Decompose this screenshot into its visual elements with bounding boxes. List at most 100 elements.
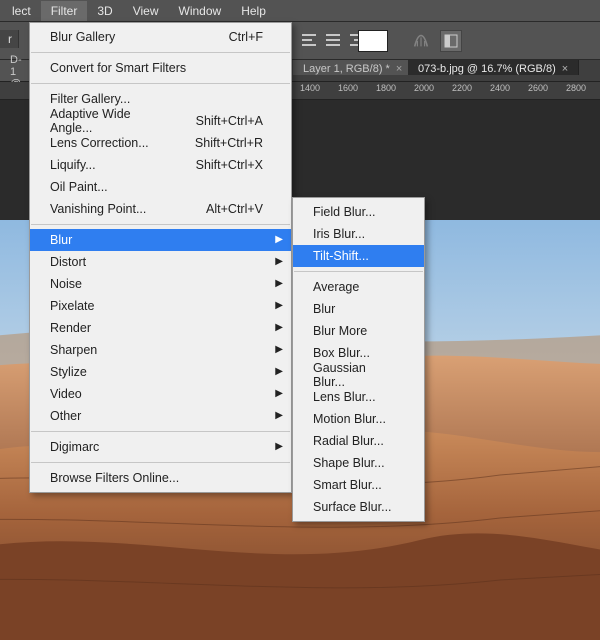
menu-item-pixelate[interactable]: Pixelate▶: [30, 295, 291, 317]
ruler-tick-label: 2800: [566, 83, 586, 93]
menu-item-noise[interactable]: Noise ▶: [30, 273, 291, 295]
menu-window[interactable]: Window: [169, 1, 232, 21]
menu-item-label: Iris Blur...: [313, 227, 365, 241]
submenu-arrow-icon: ▶: [275, 410, 283, 421]
menu-item-gaussian-blur[interactable]: Gaussian Blur...: [293, 364, 424, 386]
menu-select[interactable]: lect: [2, 1, 41, 21]
menu-item-browse-online[interactable]: Browse Filters Online...: [30, 467, 291, 489]
menu-item-digimarc[interactable]: Digimarc▶: [30, 436, 291, 458]
menu-item-iris-blur[interactable]: Iris Blur...: [293, 223, 424, 245]
menu-item-convert-smart[interactable]: Convert for Smart Filters: [30, 57, 291, 79]
menu-item-render[interactable]: Render▶: [30, 317, 291, 339]
menu-item-last-filter[interactable]: Blur Gallery Ctrl+F: [30, 26, 291, 48]
menu-item-average[interactable]: Average: [293, 276, 424, 298]
warp-text-icon[interactable]: [412, 30, 430, 52]
menu-item-sharpen[interactable]: Sharpen▶: [30, 339, 291, 361]
menu-filter[interactable]: Filter: [41, 1, 88, 21]
menu-item-other[interactable]: Other▶: [30, 405, 291, 427]
menu-separator: [31, 83, 290, 84]
menu-item-tilt-shift[interactable]: Tilt-Shift...: [293, 245, 424, 267]
menu-item-shape-blur[interactable]: Shape Blur...: [293, 452, 424, 474]
menu-item-distort[interactable]: Distort▶: [30, 251, 291, 273]
blur-submenu: Field Blur... Iris Blur... Tilt-Shift...…: [292, 197, 425, 522]
menu-item-label: Lens Correction...: [50, 136, 149, 150]
menu-item-radial-blur[interactable]: Radial Blur...: [293, 430, 424, 452]
menu-item-label: Blur: [313, 302, 335, 316]
menu-item-label: Surface Blur...: [313, 500, 392, 514]
color-swatch[interactable]: [358, 30, 388, 52]
menu-item-label: Adaptive Wide Angle...: [50, 107, 172, 135]
menu-separator: [31, 431, 290, 432]
ruler-tick-label: 1800: [376, 83, 396, 93]
menu-item-smart-blur[interactable]: Smart Blur...: [293, 474, 424, 496]
menu-help[interactable]: Help: [231, 1, 276, 21]
submenu-arrow-icon: ▶: [275, 388, 283, 399]
menu-bar: lect Filter 3D View Window Help: [0, 0, 600, 22]
menu-item-label: Noise: [50, 277, 82, 291]
submenu-arrow-icon: ▶: [275, 278, 283, 289]
ruler-tick-label: 1400: [300, 83, 320, 93]
menu-item-label: Filter Gallery...: [50, 92, 130, 106]
filter-menu: Blur Gallery Ctrl+F Convert for Smart Fi…: [29, 22, 292, 493]
menu-item-label: Box Blur...: [313, 346, 370, 360]
text-align-group: [302, 28, 364, 52]
document-tab[interactable]: D-1 @: [0, 60, 30, 81]
menu-item-label: Average: [313, 280, 359, 294]
menu-separator: [31, 52, 290, 53]
menu-3d[interactable]: 3D: [87, 1, 122, 21]
menu-item-lens-correction[interactable]: Lens Correction... Shift+Ctrl+R: [30, 132, 291, 154]
menu-item-blur[interactable]: Blur: [293, 298, 424, 320]
ruler-tick-label: 2200: [452, 83, 472, 93]
submenu-arrow-icon: ▶: [275, 256, 283, 267]
menu-item-label: Shape Blur...: [313, 456, 385, 470]
menu-item-shortcut: Alt+Ctrl+V: [182, 202, 263, 216]
toggle-panels-icon[interactable]: [440, 30, 462, 52]
menu-item-adaptive-wide-angle[interactable]: Adaptive Wide Angle...Shift+Ctrl+A: [30, 110, 291, 132]
menu-item-label: Video: [50, 387, 82, 401]
menu-item-liquify[interactable]: Liquify... Shift+Ctrl+X: [30, 154, 291, 176]
menu-item-field-blur[interactable]: Field Blur...: [293, 201, 424, 223]
menu-item-motion-blur[interactable]: Motion Blur...: [293, 408, 424, 430]
submenu-arrow-icon: ▶: [275, 322, 283, 333]
tab-label: Layer 1, RGB/8) *: [303, 63, 390, 75]
menu-item-video[interactable]: Video ▶: [30, 383, 291, 405]
menu-item-label: Blur Gallery: [50, 30, 115, 44]
document-tab[interactable]: Layer 1, RGB/8) * ×: [293, 60, 413, 75]
menu-item-label: Sharpen: [50, 343, 97, 357]
menu-item-label: Browse Filters Online...: [50, 471, 179, 485]
align-center-icon[interactable]: [324, 28, 342, 52]
menu-item-label: Stylize: [50, 365, 87, 379]
menu-item-label: Motion Blur...: [313, 412, 386, 426]
menu-item-label: Lens Blur...: [313, 390, 376, 404]
menu-item-label: Oil Paint...: [50, 180, 108, 194]
ruler-tick-label: 1600: [338, 83, 358, 93]
menu-item-label: Digimarc: [50, 440, 99, 454]
menu-item-surface-blur[interactable]: Surface Blur...: [293, 496, 424, 518]
menu-item-label: Radial Blur...: [313, 434, 384, 448]
document-tab[interactable]: 073-b.jpg @ 16.7% (RGB/8) ×: [408, 60, 579, 75]
menu-item-label: Blur More: [313, 324, 367, 338]
menu-item-blur[interactable]: Blur▶: [30, 229, 291, 251]
close-icon[interactable]: ×: [562, 63, 568, 75]
menu-separator: [31, 462, 290, 463]
menu-item-label: Gaussian Blur...: [313, 361, 396, 389]
menu-item-label: Field Blur...: [313, 205, 376, 219]
menu-item-blur-more[interactable]: Blur More: [293, 320, 424, 342]
close-icon[interactable]: ×: [396, 63, 402, 75]
menu-item-shortcut: Ctrl+F: [205, 30, 263, 44]
menu-separator: [31, 224, 290, 225]
menu-item-vanishing-point[interactable]: Vanishing Point... Alt+Ctrl+V: [30, 198, 291, 220]
menu-item-label: Liquify...: [50, 158, 96, 172]
menu-item-shortcut: Shift+Ctrl+R: [171, 136, 263, 150]
menu-view[interactable]: View: [123, 1, 169, 21]
menu-item-oil-paint[interactable]: Oil Paint...: [30, 176, 291, 198]
ruler-tick-label: 2600: [528, 83, 548, 93]
menu-item-stylize[interactable]: Stylize▶: [30, 361, 291, 383]
menu-item-lens-blur[interactable]: Lens Blur...: [293, 386, 424, 408]
tab-label: 073-b.jpg @ 16.7% (RGB/8): [418, 63, 556, 75]
menu-item-label: Blur: [50, 233, 72, 247]
menu-item-label: Vanishing Point...: [50, 202, 146, 216]
align-left-icon[interactable]: [302, 28, 320, 52]
options-fragment: r: [0, 30, 19, 48]
menu-item-shortcut: Shift+Ctrl+X: [172, 158, 263, 172]
